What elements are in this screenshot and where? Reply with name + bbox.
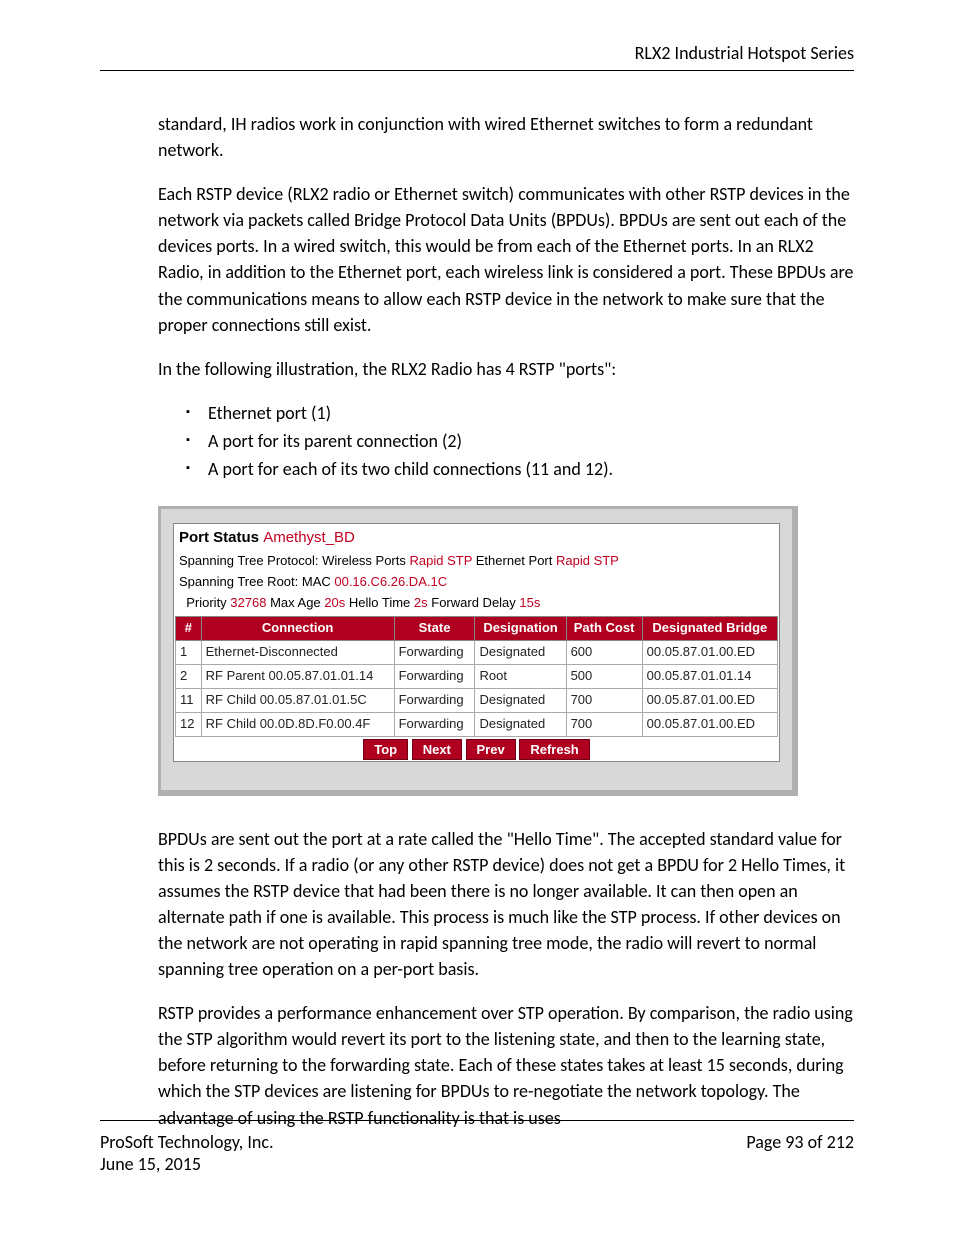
- button-row: Top Next Prev Refresh: [175, 739, 778, 760]
- col-number: #: [176, 617, 202, 641]
- device-name: Amethyst_BD: [263, 529, 355, 546]
- list-item: A port for its parent connection (2): [186, 428, 854, 454]
- main-body: standard, IH radios work in conjunction …: [100, 71, 854, 1131]
- table-row: 12 RF Child 00.0D.8D.F0.00.4F Forwarding…: [176, 712, 778, 736]
- table-row: 11 RF Child 00.05.87.01.01.5C Forwarding…: [176, 688, 778, 712]
- port-list: Ethernet port (1) A port for its parent …: [186, 400, 854, 482]
- page-footer: ProSoft Technology, Inc. June 15, 2015 P…: [100, 1120, 854, 1175]
- col-state: State: [394, 617, 475, 641]
- port-status-screenshot: Port Status Amethyst_BD Spanning Tree Pr…: [158, 506, 798, 796]
- footer-date: June 15, 2015: [100, 1153, 274, 1175]
- refresh-button[interactable]: Refresh: [519, 739, 589, 760]
- next-button[interactable]: Next: [412, 739, 462, 760]
- top-button[interactable]: Top: [363, 739, 408, 760]
- footer-page: Page 93 of 212: [746, 1131, 854, 1175]
- col-path-cost: Path Cost: [566, 617, 642, 641]
- footer-company: ProSoft Technology, Inc.: [100, 1131, 274, 1153]
- stp-params-line: Priority 32768 Max Age 20s Hello Time 2s…: [175, 593, 778, 614]
- col-designated-bridge: Designated Bridge: [642, 617, 777, 641]
- col-designation: Designation: [475, 617, 566, 641]
- prev-button[interactable]: Prev: [466, 739, 516, 760]
- para-hello-time: BPDUs are sent out the port at a rate ca…: [158, 826, 854, 983]
- para-rstp-perf: RSTP provides a performance enhancement …: [158, 1000, 854, 1130]
- port-table: # Connection State Designation Path Cost…: [175, 616, 778, 736]
- list-item: Ethernet port (1): [186, 400, 854, 426]
- para-rstp-bpdu: Each RSTP device (RLX2 radio or Ethernet…: [158, 181, 854, 338]
- page-header: RLX2 Industrial Hotspot Series: [100, 42, 854, 71]
- table-row: 1 Ethernet-Disconnected Forwarding Desig…: [176, 641, 778, 665]
- stp-root-line: Spanning Tree Root: MAC 00.16.C6.26.DA.1…: [175, 572, 778, 593]
- table-header-row: # Connection State Designation Path Cost…: [176, 617, 778, 641]
- list-item: A port for each of its two child connect…: [186, 456, 854, 482]
- para-illustration-lead: In the following illustration, the RLX2 …: [158, 356, 854, 382]
- port-status-title: Port Status Amethyst_BD: [175, 525, 778, 551]
- col-connection: Connection: [201, 617, 394, 641]
- header-title: RLX2 Industrial Hotspot Series: [635, 42, 854, 64]
- table-row: 2 RF Parent 00.05.87.01.01.14 Forwarding…: [176, 665, 778, 689]
- stp-protocol-line: Spanning Tree Protocol: Wireless Ports R…: [175, 551, 778, 572]
- para-intro-continued: standard, IH radios work in conjunction …: [158, 111, 854, 163]
- port-status-label: Port Status: [179, 529, 259, 546]
- port-table-body: 1 Ethernet-Disconnected Forwarding Desig…: [176, 641, 778, 736]
